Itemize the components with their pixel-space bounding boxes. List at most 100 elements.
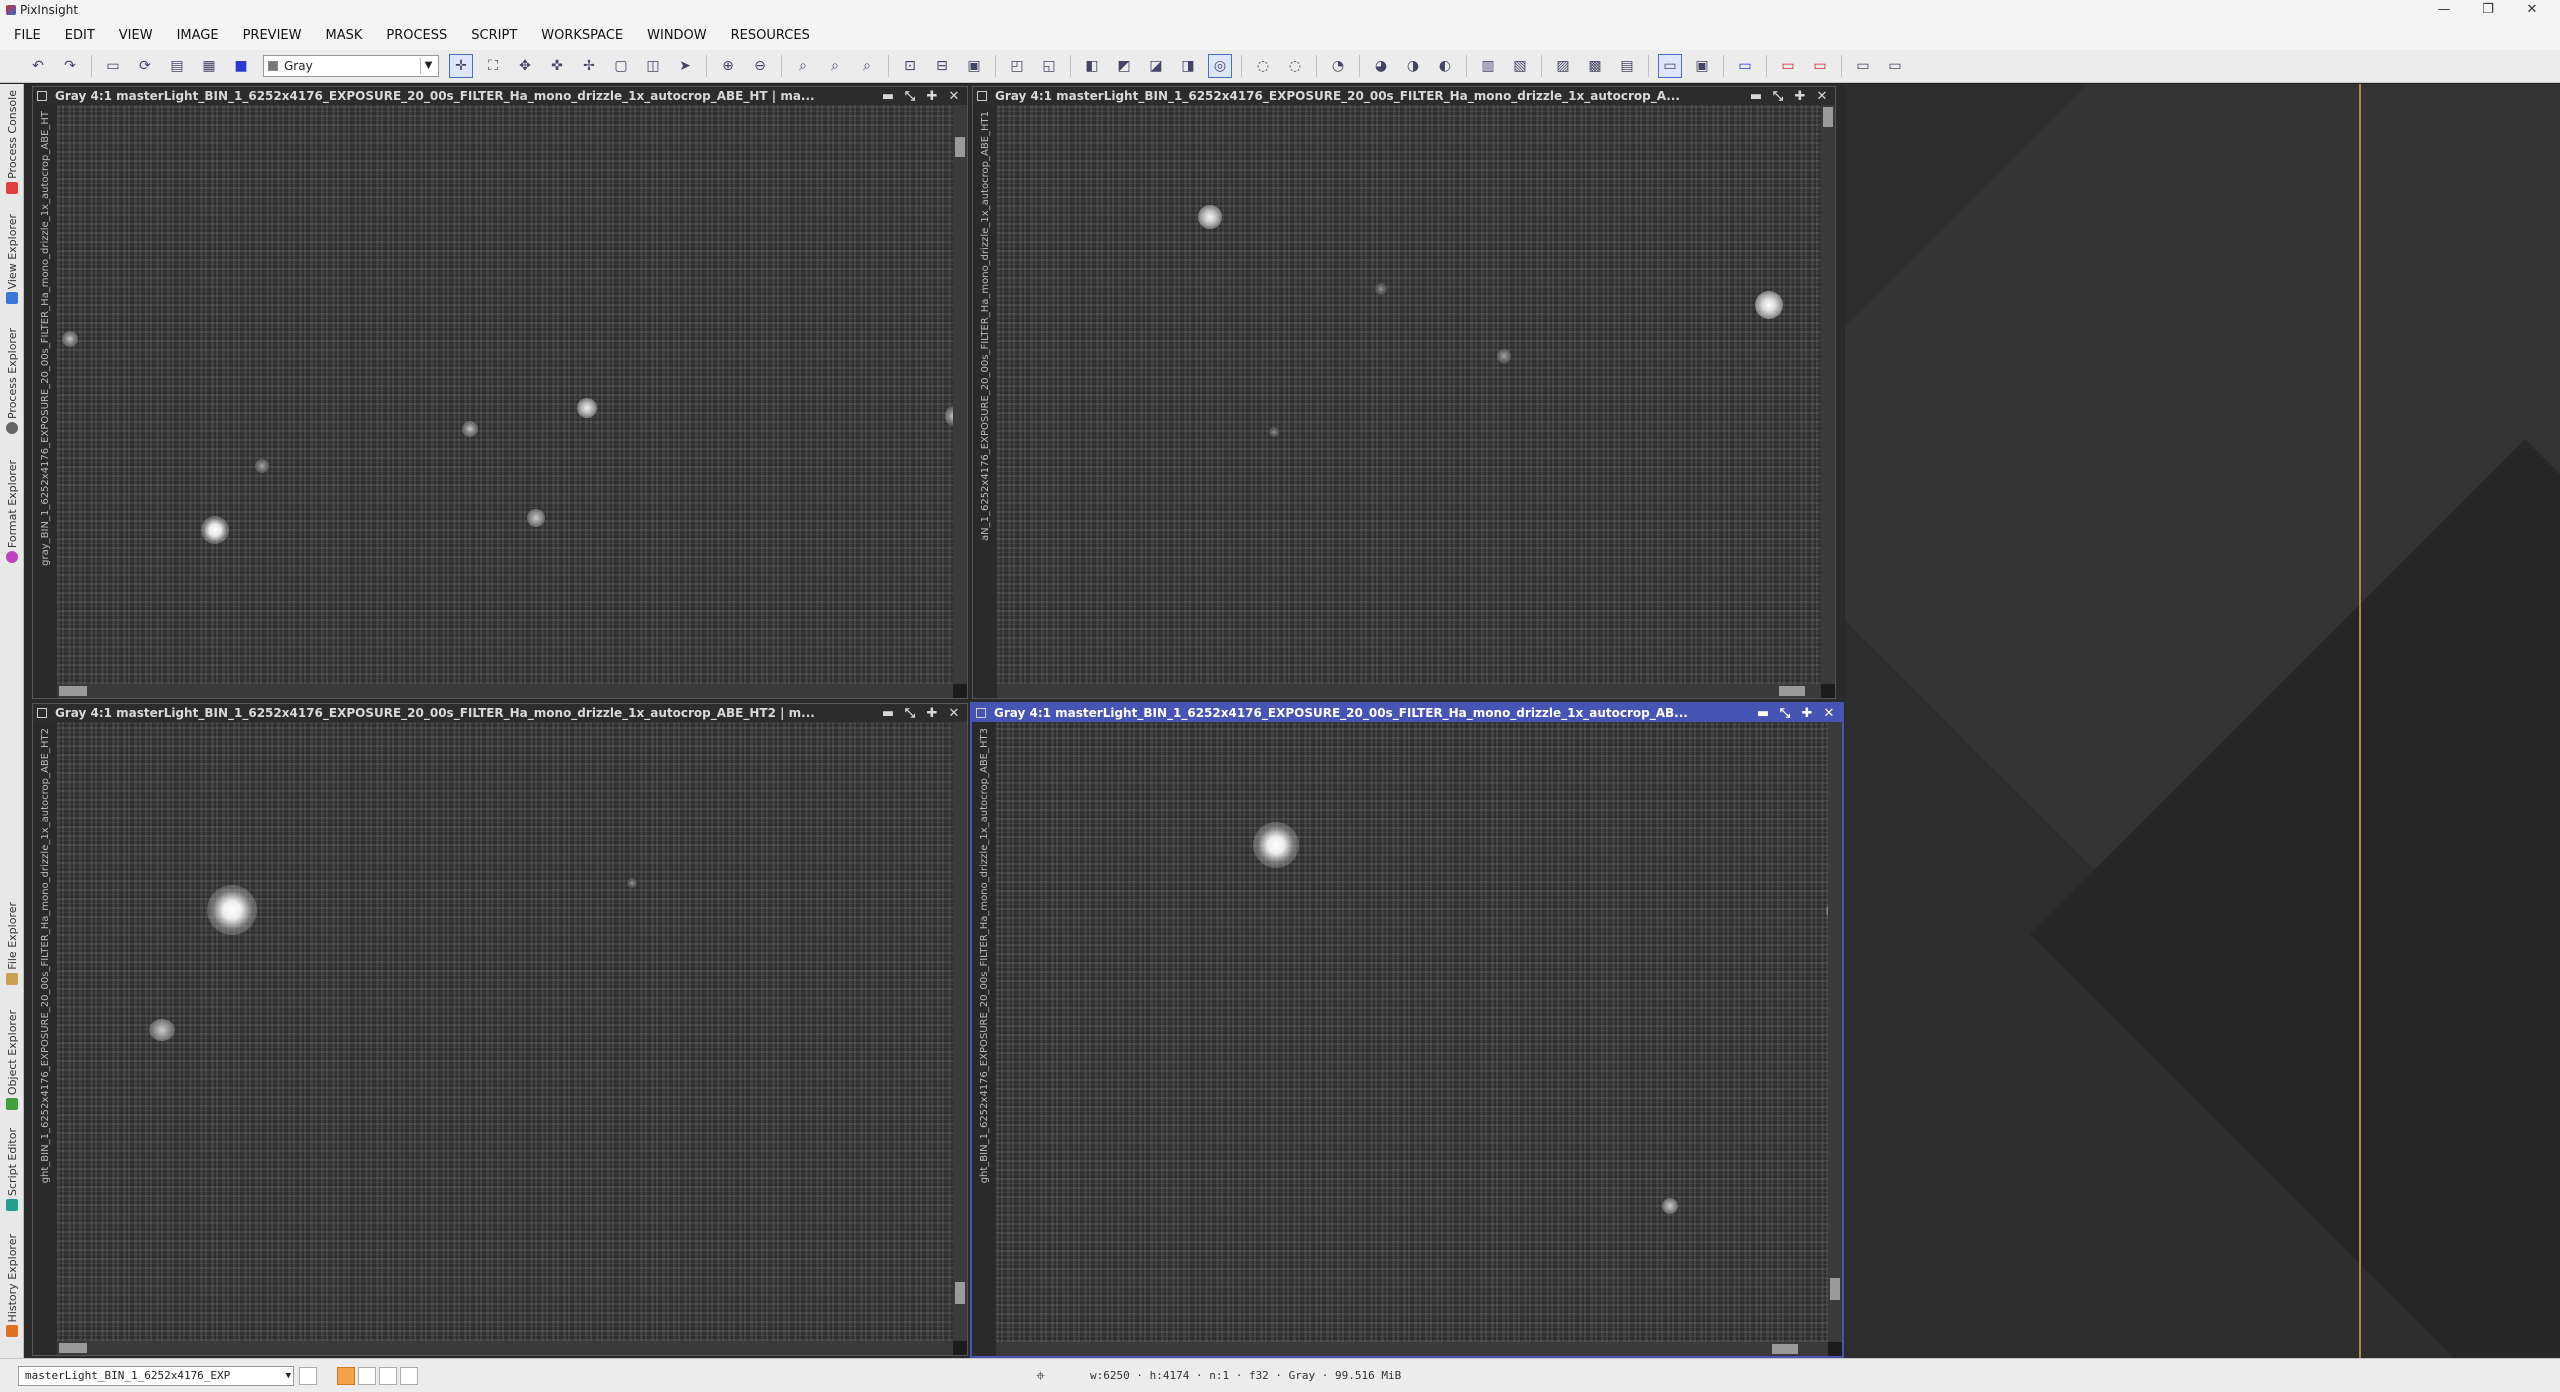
- mask-show-icon[interactable]: ◩: [1112, 54, 1136, 78]
- redo-icon[interactable]: ↷: [58, 54, 82, 78]
- window-close-icon[interactable]: ✕: [1818, 706, 1840, 721]
- menu-window[interactable]: WINDOW: [647, 28, 707, 43]
- window-shade-icon[interactable]: ⤡: [899, 89, 921, 104]
- explorer-icon-3[interactable]: ▤: [1615, 54, 1639, 78]
- pan-mode-icon[interactable]: ✥: [513, 54, 537, 78]
- horizontal-scrollbar[interactable]: [996, 1342, 1828, 1356]
- color-icon[interactable]: ■: [229, 54, 253, 78]
- window-shade-icon[interactable]: ⤡: [899, 706, 921, 721]
- color-tag-3-icon[interactable]: [400, 1366, 418, 1385]
- tile-icon[interactable]: ◰: [1005, 54, 1029, 78]
- channel-select[interactable]: Gray ▼: [263, 55, 439, 77]
- menu-mask[interactable]: MASK: [325, 28, 362, 43]
- stf-reset-icon[interactable]: ◌: [1283, 54, 1307, 78]
- menu-resources[interactable]: RESOURCES: [731, 28, 810, 43]
- tab-script-editor[interactable]: Script Editor: [2, 1128, 22, 1211]
- stf-icon[interactable]: ◎: [1208, 54, 1232, 78]
- window-minimize-icon[interactable]: ▬: [1752, 706, 1774, 721]
- workspace-4-icon[interactable]: ▭: [1776, 54, 1800, 78]
- explorer-icon-2[interactable]: ▩: [1583, 54, 1607, 78]
- image-window-ht[interactable]: Gray 4:1 masterLight_BIN_1_6252x4176_EXP…: [32, 86, 968, 699]
- window-shade-icon[interactable]: ⤡: [1767, 89, 1789, 104]
- color-tag-2-icon[interactable]: [379, 1366, 397, 1385]
- workspace-6-icon[interactable]: ▭: [1851, 54, 1875, 78]
- mask-remove-icon[interactable]: ◨: [1176, 54, 1200, 78]
- menu-preview[interactable]: PREVIEW: [243, 28, 302, 43]
- workspace-1-icon[interactable]: ▭: [1658, 54, 1682, 78]
- cascade-icon[interactable]: ◱: [1037, 54, 1061, 78]
- vertical-scrollbar[interactable]: [953, 105, 967, 684]
- fit-width-icon[interactable]: ⊟: [930, 54, 954, 78]
- view-select[interactable]: masterLight_BIN_1_6252x4176_EXP ▼: [18, 1365, 294, 1386]
- image-window-titlebar[interactable]: Gray 4:1 masterLight_BIN_1_6252x4176_EXP…: [972, 704, 1842, 722]
- image-canvas[interactable]: [996, 722, 1828, 1342]
- image-canvas[interactable]: [997, 105, 1821, 684]
- zoom-1-2-icon[interactable]: ⌕: [855, 54, 879, 78]
- menu-workspace[interactable]: WORKSPACE: [541, 28, 623, 43]
- tab-process-console[interactable]: Process Console: [2, 90, 22, 194]
- horizontal-scrollbar[interactable]: [57, 684, 953, 698]
- tab-view-explorer[interactable]: View Explorer: [2, 214, 22, 305]
- vertical-scrollbar[interactable]: [1821, 105, 1835, 684]
- horizontal-scrollbar[interactable]: [997, 684, 1821, 698]
- vertical-scrollbar[interactable]: [1828, 722, 1842, 1342]
- window-shade-icon[interactable]: ⤡: [1774, 706, 1796, 721]
- image-window-titlebar[interactable]: Gray 4:1 masterLight_BIN_1_6252x4176_EXP…: [973, 87, 1835, 105]
- workspace-3-icon[interactable]: ▭: [1733, 54, 1757, 78]
- window-maximize-icon[interactable]: ✚: [1789, 89, 1811, 104]
- image-canvas[interactable]: [57, 105, 953, 684]
- horizontal-scrollbar[interactable]: [57, 1341, 953, 1355]
- process-icon-3[interactable]: ◐: [1433, 54, 1457, 78]
- menu-image[interactable]: IMAGE: [177, 28, 219, 43]
- zoom-out-icon[interactable]: ⊖: [748, 54, 772, 78]
- window-minimize-icon[interactable]: ▬: [877, 706, 899, 721]
- close-icon[interactable]: ✕: [2510, 0, 2554, 20]
- panel-right-icon[interactable]: ▧: [1508, 54, 1532, 78]
- process-icon-2[interactable]: ◑: [1401, 54, 1425, 78]
- zoom-fit-window-icon[interactable]: ⌕: [791, 54, 815, 78]
- image-window-ht2[interactable]: Gray 4:1 masterLight_BIN_1_6252x4176_EXP…: [32, 703, 968, 1356]
- color-tag-1-icon[interactable]: [358, 1366, 376, 1385]
- mask-invert-icon[interactable]: ◪: [1144, 54, 1168, 78]
- new-image-icon[interactable]: ▭: [101, 54, 125, 78]
- vertical-scrollbar[interactable]: [953, 722, 967, 1341]
- window-minimize-icon[interactable]: ▬: [877, 89, 899, 104]
- window-size-icon[interactable]: ▣: [962, 54, 986, 78]
- image-window-titlebar[interactable]: Gray 4:1 masterLight_BIN_1_6252x4176_EXP…: [33, 87, 967, 105]
- explorer-icon-1[interactable]: ▨: [1551, 54, 1575, 78]
- menu-view[interactable]: VIEW: [119, 28, 153, 43]
- window-maximize-icon[interactable]: ✚: [1796, 706, 1818, 721]
- pointer-icon[interactable]: ➤: [673, 54, 697, 78]
- workspace-7-icon[interactable]: ▭: [1883, 54, 1907, 78]
- minimize-icon[interactable]: —: [2422, 0, 2466, 20]
- tab-format-explorer[interactable]: Format Explorer: [2, 460, 22, 564]
- mask-enable-icon[interactable]: ◧: [1080, 54, 1104, 78]
- zoom-in-icon[interactable]: ⊕: [716, 54, 740, 78]
- tab-history-explorer[interactable]: History Explorer: [2, 1234, 22, 1338]
- preview-icon[interactable]: ◫: [641, 54, 665, 78]
- tab-object-explorer[interactable]: Object Explorer: [2, 1010, 22, 1111]
- undo-icon[interactable]: ↶: [26, 54, 50, 78]
- menu-script[interactable]: SCRIPT: [471, 28, 517, 43]
- window-close-icon[interactable]: ✕: [943, 89, 965, 104]
- move-icon[interactable]: ✢: [577, 54, 601, 78]
- process-icon-1[interactable]: ◕: [1369, 54, 1393, 78]
- save-icon[interactable]: ▦: [197, 54, 221, 78]
- tab-process-explorer[interactable]: Process Explorer: [2, 328, 22, 435]
- view-mode-icon[interactable]: [299, 1366, 317, 1385]
- tab-file-explorer[interactable]: File Explorer: [2, 902, 22, 985]
- stf-auto-icon[interactable]: ◌: [1251, 54, 1275, 78]
- panel-left-icon[interactable]: ▥: [1476, 54, 1500, 78]
- screen-transfer-icon[interactable]: ◔: [1326, 54, 1350, 78]
- window-maximize-icon[interactable]: ✚: [921, 89, 943, 104]
- window-maximize-icon[interactable]: ✚: [921, 706, 943, 721]
- fit-view-icon[interactable]: ⊡: [898, 54, 922, 78]
- zoom-fit-icon[interactable]: ⛶: [481, 54, 505, 78]
- color-tag-orange-icon[interactable]: [337, 1366, 355, 1385]
- image-window-ht3[interactable]: Gray 4:1 masterLight_BIN_1_6252x4176_EXP…: [970, 702, 1844, 1358]
- restore-icon[interactable]: ❐: [2466, 0, 2510, 20]
- reset-icon[interactable]: ⟳: [133, 54, 157, 78]
- workspace-2-icon[interactable]: ▣: [1690, 54, 1714, 78]
- image-canvas[interactable]: [57, 722, 953, 1341]
- image-window-ht1[interactable]: Gray 4:1 masterLight_BIN_1_6252x4176_EXP…: [972, 86, 1836, 699]
